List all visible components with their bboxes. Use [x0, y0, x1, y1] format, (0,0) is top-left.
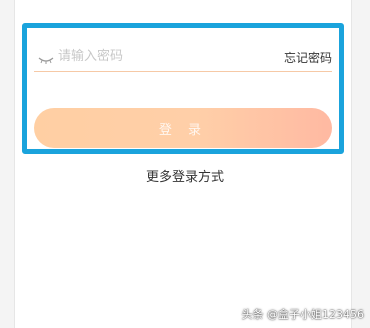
highlight-frame — [22, 23, 344, 154]
watermark: 头条 @盒子小姐123456 — [241, 308, 365, 321]
more-login-methods-link[interactable]: 更多登录方式 — [0, 166, 370, 185]
